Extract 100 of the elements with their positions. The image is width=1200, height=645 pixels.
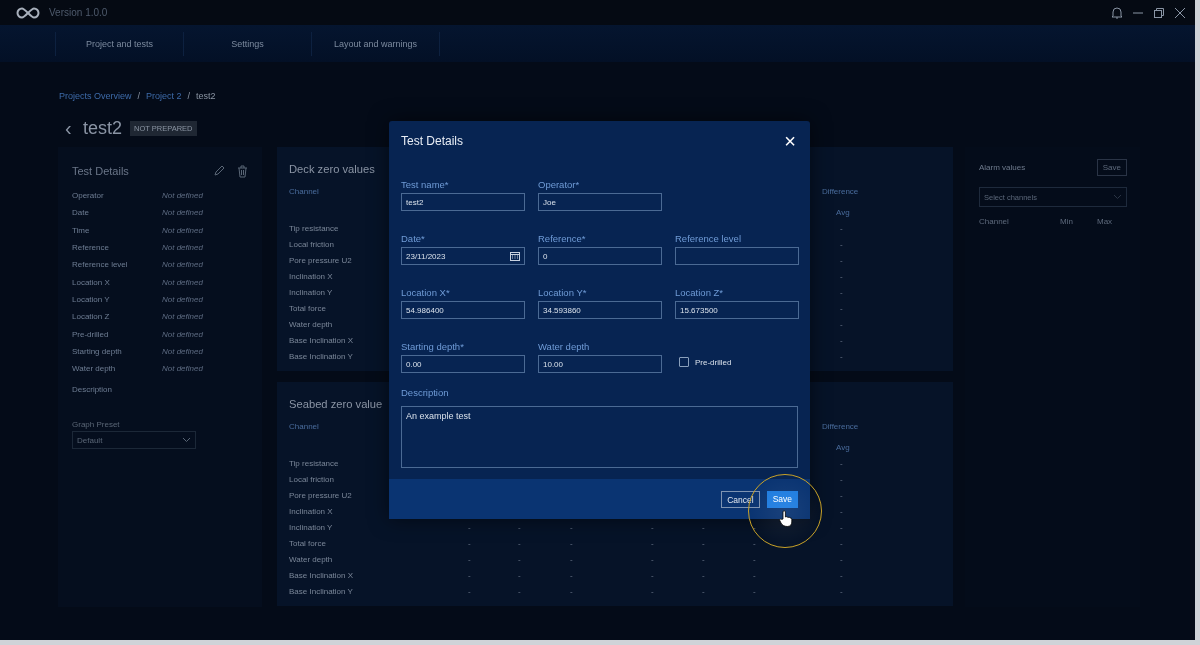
channel-name: Water depth bbox=[289, 554, 333, 566]
table-cell-text: - bbox=[840, 255, 843, 267]
trash-icon[interactable] bbox=[237, 164, 248, 178]
table-cell-text: - bbox=[651, 570, 654, 582]
table-cell-text: - bbox=[840, 239, 843, 251]
column-header: Channel bbox=[289, 421, 319, 433]
cancel-button[interactable]: Cancel bbox=[721, 490, 760, 508]
checkbox[interactable] bbox=[679, 357, 689, 367]
channel-name: Local friction bbox=[289, 239, 334, 251]
input-field[interactable]: 34.593860 bbox=[538, 301, 662, 319]
close-button[interactable]: × bbox=[782, 131, 798, 151]
channel-name: Local friction bbox=[289, 474, 334, 486]
table-cell-text: - bbox=[702, 522, 705, 534]
field-label: Reference* bbox=[538, 233, 587, 244]
field-label: Operator* bbox=[538, 179, 581, 190]
table-title: Deck zero values bbox=[289, 162, 375, 177]
table-cell-text: - bbox=[840, 287, 843, 299]
table-cell-text: - bbox=[702, 586, 705, 598]
table-cell-text: - bbox=[753, 538, 756, 550]
pencil-icon[interactable] bbox=[213, 165, 225, 177]
input-field[interactable] bbox=[675, 247, 799, 265]
detail-value: Not defined bbox=[162, 208, 203, 218]
panel-title: Alarm values bbox=[979, 162, 1026, 172]
nav-tab[interactable]: Layout and warnings bbox=[311, 31, 440, 56]
hand-cursor-icon bbox=[779, 510, 793, 527]
calendar-icon[interactable] bbox=[510, 251, 520, 261]
table-cell-text: - bbox=[570, 554, 573, 566]
save-button[interactable]: Save bbox=[766, 490, 798, 508]
table-cell-text: - bbox=[840, 586, 843, 598]
page-title: test2 bbox=[83, 117, 123, 139]
checkbox-label: Pre-drilled bbox=[695, 357, 732, 367]
table-cell-text: - bbox=[468, 538, 471, 550]
table-cell-text: - bbox=[840, 319, 843, 331]
field-label: Test name* bbox=[401, 179, 450, 190]
channel-name: Base Inclination X bbox=[289, 335, 354, 347]
table-cell-text: - bbox=[570, 538, 573, 550]
bell-icon[interactable] bbox=[1111, 6, 1123, 19]
detail-value: Not defined bbox=[162, 294, 203, 304]
detail-value: Not defined bbox=[162, 260, 203, 270]
input-field[interactable]: 10.00 bbox=[538, 355, 662, 373]
table-cell-text: - bbox=[840, 522, 843, 534]
detail-label: Reference bbox=[72, 243, 110, 253]
detail-value: Not defined bbox=[162, 312, 203, 322]
column-header: Channel bbox=[979, 217, 1010, 226]
nav-tab[interactable]: Settings bbox=[183, 31, 311, 56]
column-header: Difference bbox=[822, 421, 859, 433]
detail-label: Starting depth bbox=[72, 346, 123, 356]
breadcrumb-separator: / bbox=[187, 91, 191, 101]
table-cell-text: - bbox=[840, 490, 843, 502]
back-button[interactable]: ‹ bbox=[59, 116, 83, 140]
detail-value: Not defined bbox=[162, 225, 203, 235]
table-cell-text: - bbox=[840, 554, 843, 566]
channel-name: Base Inclination Y bbox=[289, 351, 353, 363]
field-label: Location Y* bbox=[538, 287, 588, 298]
detail-value: Not defined bbox=[162, 329, 203, 339]
close-icon[interactable] bbox=[1174, 6, 1186, 19]
column-subheader: Avg bbox=[836, 442, 850, 454]
channel-name: Base Inclination Y bbox=[289, 586, 353, 598]
table-cell-text: - bbox=[840, 351, 843, 363]
detail-label: Location Y bbox=[72, 294, 111, 304]
detail-label: Date bbox=[72, 208, 90, 218]
select-value: Default bbox=[77, 435, 104, 445]
save-button[interactable]: Save bbox=[1096, 158, 1127, 176]
table-cell-text: - bbox=[753, 570, 756, 582]
description-field[interactable]: An example test bbox=[401, 406, 798, 468]
table-cell-text: - bbox=[518, 538, 521, 550]
table-cell-text: - bbox=[468, 522, 471, 534]
detail-value: Not defined bbox=[162, 277, 203, 287]
breadcrumb-link[interactable]: Project 2 bbox=[146, 91, 182, 101]
detail-value: Not defined bbox=[162, 243, 203, 253]
input-field[interactable]: 0 bbox=[538, 247, 662, 265]
table-cell-text: - bbox=[840, 271, 843, 283]
table-title: Seabed zero value bbox=[289, 397, 383, 412]
input-field[interactable]: Joe bbox=[538, 193, 662, 211]
input-field[interactable]: 0.00 bbox=[401, 355, 525, 373]
input-field[interactable]: 54.986400 bbox=[401, 301, 525, 319]
nav-tab[interactable]: Project and tests bbox=[55, 31, 183, 56]
input-field[interactable]: test2 bbox=[401, 193, 525, 211]
table-cell-text: - bbox=[468, 586, 471, 598]
table-cell-text: - bbox=[651, 554, 654, 566]
detail-label: Location X bbox=[72, 277, 111, 287]
input-field[interactable]: 23/11/2023 bbox=[401, 247, 525, 265]
input-field[interactable]: 15.673500 bbox=[675, 301, 799, 319]
breadcrumb-link[interactable]: Projects Overview bbox=[59, 91, 132, 101]
table-cell-text: - bbox=[651, 538, 654, 550]
channel-name: Inclination Y bbox=[289, 522, 333, 534]
table-cell-text: - bbox=[840, 506, 843, 518]
breadcrumb-current: test2 bbox=[196, 91, 216, 101]
table-cell-text: - bbox=[570, 522, 573, 534]
table-cell-text: - bbox=[840, 335, 843, 347]
restore-icon[interactable] bbox=[1153, 6, 1165, 19]
channel-name: Inclination Y bbox=[289, 287, 333, 299]
channel-name: Pore pressure U2 bbox=[289, 490, 352, 502]
column-subheader: Avg bbox=[836, 207, 850, 219]
channel-name: Water depth bbox=[289, 319, 333, 331]
table-cell-text: - bbox=[468, 570, 471, 582]
table-cell-text: - bbox=[840, 223, 843, 235]
channel-name: Base Inclination X bbox=[289, 570, 354, 582]
version-label: Version 1.0.0 bbox=[49, 7, 108, 18]
table-cell-text: - bbox=[840, 303, 843, 315]
